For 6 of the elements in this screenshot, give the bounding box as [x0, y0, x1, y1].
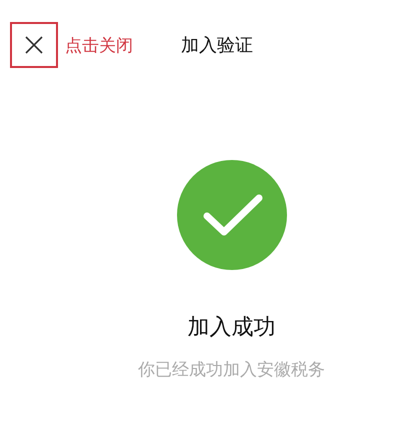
- close-icon: [24, 35, 44, 55]
- success-check-icon: [176, 160, 286, 270]
- result-message: 你已经成功加入安徽税务: [138, 359, 325, 381]
- annotation-text: 点击关闭: [65, 34, 133, 56]
- result-title: 加入成功: [188, 314, 276, 342]
- page-title: 加入验证: [181, 34, 253, 57]
